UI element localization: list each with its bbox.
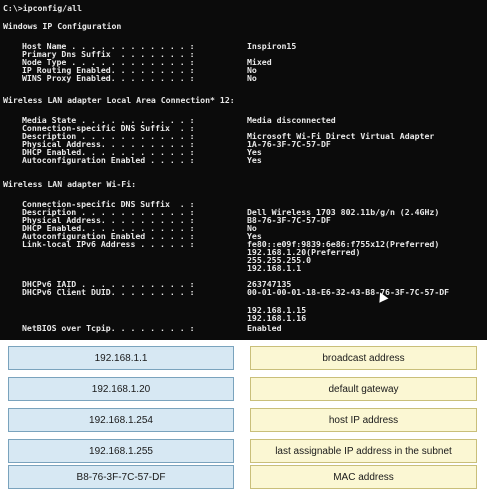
drag-item-last-ip[interactable]: 192.168.1.254	[8, 408, 234, 432]
media-state-value: Media disconnected	[247, 115, 336, 125]
target-broadcast-address[interactable]: broadcast address	[250, 346, 477, 370]
target-default-gateway[interactable]: default gateway	[250, 377, 477, 401]
adapter-title: Wireless LAN adapter Local Area Connecti…	[3, 95, 235, 105]
adapter-title: Wireless LAN adapter Wi-Fi:	[3, 179, 137, 189]
drag-item-broadcast-ip[interactable]: 192.168.1.255	[8, 439, 234, 463]
dns-server-value: 192.168.1.16	[247, 313, 307, 323]
drag-item-gateway-ip[interactable]: 192.168.1.1	[8, 346, 234, 370]
host-name-value: Inspiron15	[247, 41, 297, 51]
target-host-ip[interactable]: host IP address	[250, 408, 477, 432]
dhcpv6-duid-value: 00-01-00-01-18-E6-32-43-B8-76-3F-7C-57-D…	[247, 287, 450, 297]
drag-item-host-ip[interactable]: 192.168.1.20	[8, 377, 234, 401]
command-prompt-output: C:\>ipconfig/all Windows IP Configuratio…	[0, 0, 487, 340]
ipv6-key: Link-local IPv6 Address . . . . . :	[22, 239, 195, 249]
netbios-key: NetBIOS over Tcpip. . . . . . . . :	[22, 323, 195, 333]
drag-item-mac[interactable]: B8-76-3F-7C-57-DF	[8, 465, 234, 489]
netbios-value: Enabled	[247, 323, 282, 333]
autoconfig-key: Autoconfiguration Enabled . . . . :	[22, 155, 195, 165]
physical-address-value: B8-76-3F-7C-57-DF	[247, 215, 331, 225]
section-title: Windows IP Configuration	[3, 21, 122, 31]
wins-proxy-key: WINS Proxy Enabled. . . . . . . . :	[22, 73, 195, 83]
target-mac-address[interactable]: MAC address	[250, 465, 477, 489]
wins-proxy-value: No	[247, 73, 257, 83]
prompt-line: C:\>ipconfig/all	[3, 3, 82, 13]
dhcpv6-duid-key: DHCPv6 Client DUID. . . . . . . . :	[22, 287, 195, 297]
autoconfig-value: Yes	[247, 155, 262, 165]
target-last-assignable-ip[interactable]: last assignable IP address in the subnet	[250, 439, 477, 463]
gateway-value: 192.168.1.1	[247, 263, 302, 273]
